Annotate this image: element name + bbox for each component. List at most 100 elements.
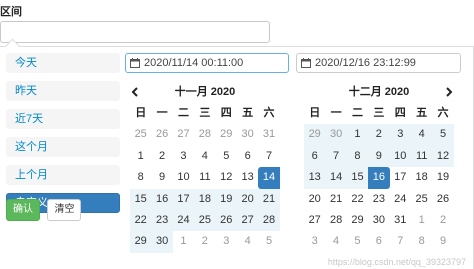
calendar-day[interactable]: 1 (411, 210, 432, 231)
calendar-day[interactable]: 21 (325, 189, 346, 210)
chevron-left-icon (131, 87, 138, 97)
calendar-day[interactable]: 28 (194, 124, 215, 145)
calendar-day[interactable]: 10 (173, 167, 194, 188)
calendar-day[interactable]: 4 (325, 231, 346, 252)
range-today[interactable]: 今天 (6, 53, 120, 73)
calendar-day[interactable]: 8 (411, 231, 432, 252)
calendar-day[interactable]: 13 (237, 167, 258, 188)
calendar-day[interactable]: 26 (432, 189, 453, 210)
calendar-day[interactable]: 29 (216, 124, 237, 145)
calendar-day[interactable]: 26 (151, 124, 172, 145)
calendar-day[interactable]: 24 (390, 189, 411, 210)
calendar-day[interactable]: 1 (346, 124, 369, 146)
calendar-day[interactable]: 14 (325, 167, 347, 189)
calendar-day[interactable]: 29 (304, 124, 326, 146)
calendar-day[interactable]: 30 (237, 124, 258, 145)
calendar-day[interactable]: 30 (151, 231, 173, 253)
calendar-day[interactable]: 12 (432, 145, 454, 168)
calendar-day[interactable]: 3 (304, 231, 325, 252)
calendar-day[interactable]: 4 (410, 124, 433, 146)
calendar-day[interactable]: 28 (325, 210, 346, 231)
calendar-day[interactable]: 3 (216, 231, 237, 252)
calendar-day[interactable]: 1 (173, 231, 194, 252)
calendar-day[interactable]: 11 (410, 145, 433, 168)
calendar-day[interactable]: 4 (194, 146, 215, 167)
calendar-grid: 日 一 二 三 四 五 六 29 30 1 2 3 4 5 6 7 8 9 10 11 12 13 14 15 1… (304, 103, 454, 253)
calendar-day[interactable]: 27 (236, 209, 259, 232)
calendar-day[interactable]: 27 (173, 124, 194, 145)
calendar-day[interactable]: 20 (236, 188, 259, 210)
calendar-day[interactable]: 1 (130, 146, 151, 167)
calendar-day[interactable]: 9 (432, 231, 453, 252)
calendar-day[interactable]: 12 (216, 167, 237, 188)
calendar-day[interactable]: 9 (151, 167, 172, 188)
weekday-label: 六 (437, 107, 449, 119)
calendar-day[interactable]: 16 (368, 167, 390, 189)
calendar-day[interactable]: 5 (432, 124, 454, 146)
calendar-day[interactable]: 11 (194, 167, 215, 188)
calendar-day[interactable]: 4 (237, 231, 258, 252)
calendar-day[interactable]: 17 (390, 167, 411, 188)
calendar-day[interactable]: 7 (325, 145, 347, 168)
next-month-button[interactable] (434, 81, 454, 103)
calendar-day[interactable]: 31 (390, 210, 411, 231)
calendar-day[interactable]: 17 (172, 188, 195, 210)
calendar-day[interactable]: 22 (130, 209, 152, 232)
calendar-day[interactable]: 20 (304, 189, 325, 210)
calendar-day[interactable]: 18 (411, 167, 432, 188)
start-date-input[interactable]: 2020/11/14 00:11:00 (125, 53, 289, 73)
calendar-day[interactable]: 29 (347, 210, 368, 231)
calendar-day[interactable]: 25 (130, 124, 151, 145)
calendar-day[interactable]: 9 (368, 145, 390, 168)
calendar-day[interactable]: 5 (258, 231, 279, 252)
calendar-day[interactable]: 6 (237, 146, 258, 167)
calendar-day[interactable]: 25 (194, 209, 216, 232)
calendar-day[interactable]: 3 (389, 124, 411, 146)
calendar-day[interactable]: 25 (411, 189, 432, 210)
calendar-day[interactable]: 2 (368, 124, 390, 146)
range-last-month[interactable]: 上个月 (6, 165, 120, 185)
weekday-label: 一 (156, 107, 168, 119)
range-last-7-days[interactable]: 近7天 (6, 109, 120, 129)
calendar-day[interactable]: 2 (194, 231, 215, 252)
calendar-day[interactable]: 16 (151, 188, 173, 210)
calendar-day[interactable]: 8 (346, 145, 369, 168)
calendar-day[interactable]: 6 (368, 231, 389, 252)
calendar-day[interactable]: 3 (173, 146, 194, 167)
calendar-day[interactable]: 13 (304, 167, 326, 189)
calendar-day[interactable]: 27 (304, 210, 325, 231)
calendar-day[interactable]: 24 (172, 209, 195, 232)
apply-button[interactable]: 确认 (6, 199, 40, 221)
calendar-day[interactable]: 21 (258, 188, 280, 210)
calendar-day[interactable]: 22 (347, 189, 368, 210)
calendar-day[interactable]: 5 (216, 146, 237, 167)
range-this-month[interactable]: 这个月 (6, 137, 120, 157)
calendar-day[interactable]: 15 (346, 167, 369, 189)
calendar-day[interactable]: 30 (325, 124, 347, 146)
calendar-day[interactable]: 23 (368, 189, 389, 210)
calendar-day[interactable]: 2 (432, 210, 453, 231)
calendar-day[interactable]: 10 (389, 145, 411, 168)
calendar-day[interactable]: 28 (258, 209, 280, 232)
prev-month-button[interactable] (130, 81, 150, 103)
clear-button[interactable]: 清空 (47, 199, 82, 221)
calendar-day[interactable]: 6 (304, 145, 326, 168)
calendar-day[interactable]: 19 (432, 167, 453, 188)
calendar-day[interactable]: 23 (151, 209, 173, 232)
calendar-day[interactable]: 31 (258, 124, 279, 145)
calendar-day[interactable]: 26 (215, 209, 237, 232)
calendar-day[interactable]: 8 (130, 167, 151, 188)
calendar-day[interactable]: 5 (347, 231, 368, 252)
calendar-day[interactable]: 14 (258, 167, 280, 189)
calendar-day[interactable]: 15 (130, 188, 152, 210)
calendar-day[interactable]: 18 (194, 188, 216, 210)
end-date-input[interactable]: 2020/12/16 23:12:99 (296, 53, 461, 73)
calendar-day[interactable]: 2 (151, 146, 172, 167)
calendar-day[interactable]: 19 (215, 188, 237, 210)
calendar-day[interactable]: 7 (390, 231, 411, 252)
calendar-day[interactable]: 29 (130, 231, 152, 253)
calendar-day[interactable]: 30 (368, 210, 389, 231)
range-input[interactable] (0, 21, 270, 43)
calendar-day[interactable]: 7 (258, 146, 279, 167)
range-yesterday[interactable]: 昨天 (6, 81, 120, 101)
